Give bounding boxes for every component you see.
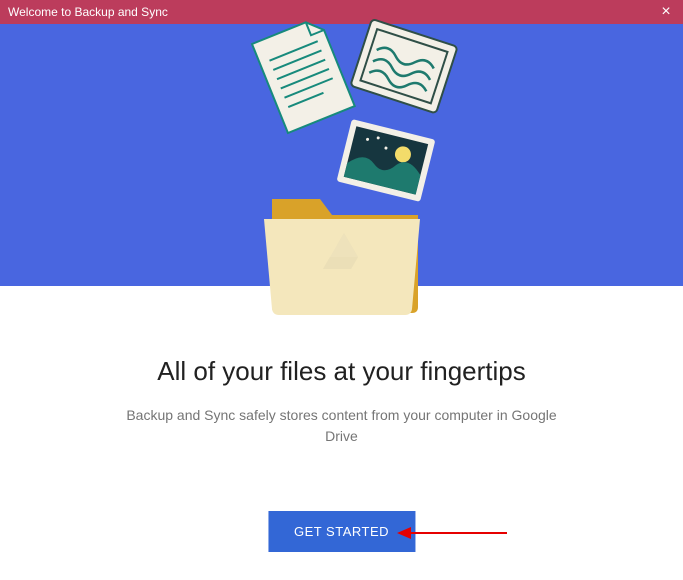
hero-illustration: [212, 19, 472, 319]
close-icon[interactable]: ×: [657, 3, 675, 21]
get-started-button[interactable]: GET STARTED: [268, 511, 415, 552]
hero-banner: [0, 24, 683, 286]
window-title: Welcome to Backup and Sync: [8, 5, 168, 19]
page-subheading: Backup and Sync safely stores content fr…: [122, 405, 562, 447]
page-heading: All of your files at your fingertips: [60, 356, 623, 387]
